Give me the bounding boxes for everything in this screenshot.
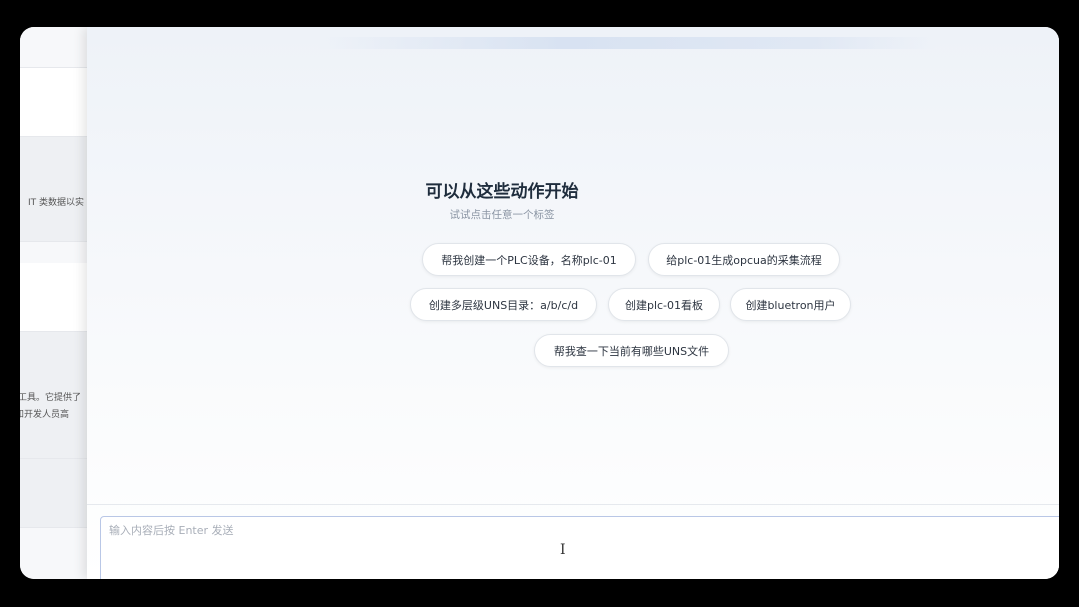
suggestion-chip-list-uns-files[interactable]: 帮我查一下当前有哪些UNS文件 bbox=[534, 334, 729, 367]
suggestions-title: 可以从这些动作开始 bbox=[425, 182, 579, 202]
suggestion-chip-create-dashboard[interactable]: 创建plc-01看板 bbox=[608, 288, 720, 321]
background-row bbox=[20, 68, 88, 137]
header-blur bbox=[317, 37, 937, 49]
suggestions-subtitle: 试试点击任意一个标签 bbox=[449, 209, 555, 221]
suggestion-chip-uns-directory[interactable]: 创建多层级UNS目录：a/b/c/d bbox=[410, 288, 597, 321]
background-row bbox=[20, 263, 88, 332]
background-row bbox=[20, 27, 88, 68]
ai-assistant-drawer: 可以从这些动作开始 试试点击任意一个标签 帮我创建一个PLC设备，名称plc-0… bbox=[87, 27, 1059, 579]
suggestion-chip-opcua-flow[interactable]: 给plc-01生成opcua的采集流程 bbox=[648, 243, 840, 276]
suggestion-chip-create-plc[interactable]: 帮我创建一个PLC设备，名称plc-01 bbox=[422, 243, 636, 276]
suggestion-chip-create-user[interactable]: 创建bluetron用户 bbox=[730, 288, 851, 321]
background-row bbox=[20, 459, 88, 528]
background-row-text: 工具。它提供了 bbox=[20, 393, 82, 403]
background-row-text: 和开发人员高 bbox=[20, 410, 70, 420]
background-row: 工具。它提供了 和开发人员高 bbox=[20, 332, 88, 459]
app-window: IT 类数据以实 工具。它提供了 和开发人员高 可以从这些动作开始 试试点击任意… bbox=[20, 27, 1059, 579]
background-list-panel: IT 类数据以实 工具。它提供了 和开发人员高 bbox=[20, 27, 88, 579]
chat-input-container[interactable] bbox=[100, 516, 1059, 579]
input-divider bbox=[87, 504, 1059, 505]
text-cursor-icon: I bbox=[560, 542, 566, 558]
chat-input[interactable] bbox=[109, 522, 1049, 572]
